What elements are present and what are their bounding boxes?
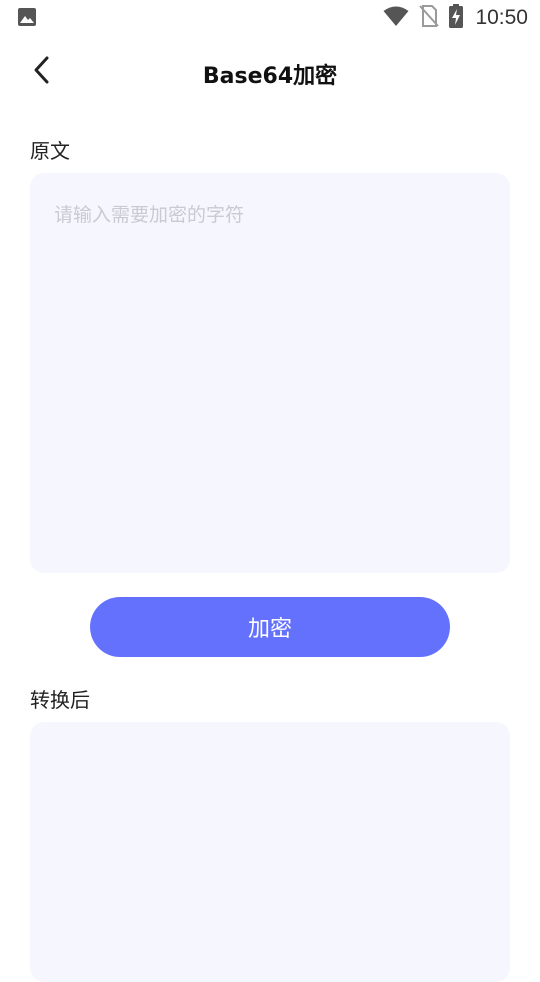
battery-charging-icon xyxy=(449,4,464,32)
source-label: 原文 xyxy=(30,139,70,163)
result-label: 转换后 xyxy=(30,688,90,712)
image-icon xyxy=(17,7,37,27)
status-bar: 10:50 xyxy=(0,0,540,36)
wifi-icon xyxy=(383,5,409,31)
source-input-container xyxy=(30,173,510,573)
source-text-input[interactable] xyxy=(30,173,510,573)
app-header: Base64加密 xyxy=(0,46,540,98)
no-sim-icon xyxy=(419,4,440,32)
page-title: Base64加密 xyxy=(202,64,338,89)
status-icons: 10:50 xyxy=(383,4,528,32)
encrypt-button[interactable]: 加密 xyxy=(90,597,450,657)
result-output-container xyxy=(30,722,510,982)
result-output-text[interactable] xyxy=(30,722,510,982)
status-time: 10:50 xyxy=(475,6,528,29)
